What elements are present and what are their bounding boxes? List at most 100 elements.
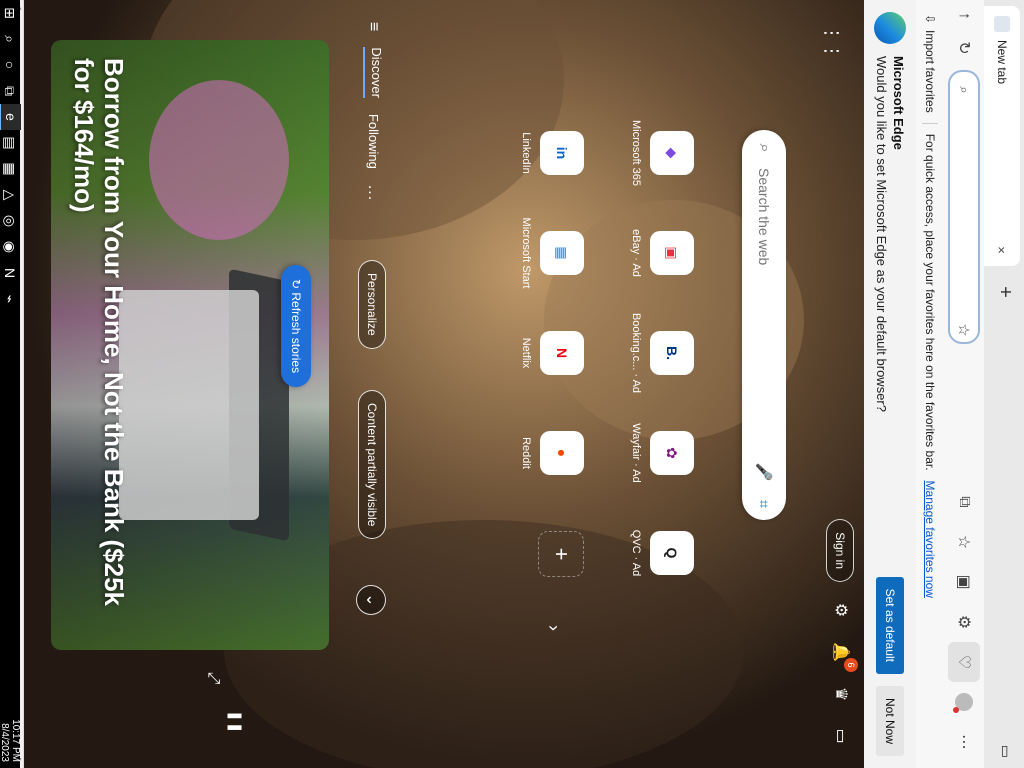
feed-tabs: ≡ Discover Following ...	[363, 22, 384, 201]
quick-link-reddit[interactable]: ● Reddit	[474, 410, 584, 496]
personalize-button[interactable]: Personalize	[358, 260, 386, 349]
quick-link-booking[interactable]: B. Booking.c... · Ad	[584, 310, 694, 396]
windows-start-icon[interactable]: ⊞	[0, 0, 20, 26]
quick-link-ebay[interactable]: ▣ eBay · Ad	[584, 210, 694, 296]
back-icon[interactable]: ↑	[948, 0, 980, 32]
manage-favorites-link[interactable]: Manage favorites now	[923, 481, 937, 598]
quick-link-label: Netflix	[520, 337, 532, 369]
search-input[interactable]	[755, 166, 773, 456]
tab-icon	[994, 16, 1010, 32]
tray-clock[interactable]: 10:17 PM 8/4/2023	[0, 719, 21, 762]
chevron-down-icon[interactable]: ⌄	[356, 585, 386, 615]
notifications-icon[interactable]: 🔔 6	[826, 638, 858, 672]
favorites-icon[interactable]: ☆	[948, 522, 980, 562]
collections-icon[interactable]: ▣	[948, 562, 980, 602]
infobar-question: Would you like to set Microsoft Edge as …	[874, 56, 889, 412]
quick-link-microsoft-start[interactable]: ▦ Microsoft Start	[474, 210, 584, 296]
quick-link-tile: ✿	[650, 431, 694, 475]
quick-link-tile: ▣	[650, 231, 694, 275]
cortana-icon[interactable]: ○	[0, 52, 20, 78]
add-shortcut-button[interactable]: +	[538, 531, 584, 577]
app3-icon[interactable]: ⌁	[0, 286, 20, 312]
refresh-icon[interactable]: ↻	[948, 32, 980, 64]
hero-story-card[interactable]: ↻ Refresh stories Borrow from Your Home,…	[51, 40, 329, 650]
quick-link-tile: B.	[650, 331, 694, 375]
app-icon[interactable]: △	[0, 182, 20, 208]
app2-icon[interactable]: N	[0, 260, 20, 286]
search-icon: ⌕	[957, 86, 972, 94]
apps-grid-icon[interactable]: ⋮⋮	[818, 24, 846, 60]
extensions-icon[interactable]: ⚙	[948, 602, 980, 642]
quick-link-wayfair[interactable]: ✿ Wayfair · Ad	[584, 410, 694, 496]
visual-search-icon[interactable]: ⌗	[756, 488, 773, 520]
quick-link-label: Booking.c... · Ad	[630, 312, 642, 394]
more-icon[interactable]: ⋯	[948, 722, 980, 762]
new-tab-page: ⋮⋮ Sign in ⚙ 🔔 6 ♛ ▭ ⌕ 🎤 ⌗ ◆ Microsoft 3…	[24, 0, 864, 768]
tray-time: 10:17 PM	[10, 719, 21, 762]
pause-icon[interactable]: ❚❚	[226, 710, 244, 733]
infobar-title: Microsoft Edge	[891, 56, 906, 150]
profile-icon[interactable]	[948, 682, 980, 722]
quick-link-tile: in	[540, 131, 584, 175]
search-icon[interactable]: ⌕	[0, 26, 20, 52]
quick-link-netflix[interactable]: N Netflix	[474, 310, 584, 396]
file-explorer-icon[interactable]: ▤	[0, 130, 20, 156]
quick-link-label: eBay · Ad	[630, 229, 642, 277]
close-tab-icon[interactable]: ×	[995, 240, 1010, 260]
new-tab-button[interactable]: +	[992, 280, 1016, 304]
notifications-count: 6	[844, 658, 858, 672]
quick-links: ◆ Microsoft 365 ▣ eBay · Ad B. Booking.c…	[434, 110, 694, 590]
favorites-hint: For quick access, place your favorites h…	[923, 133, 937, 471]
toolbar-right: ⧉ ☆ ▣ ⚙ ♡ ⋯	[948, 482, 980, 762]
quick-link-label: Microsoft Start	[520, 217, 532, 289]
quick-link-qvc[interactable]: Q QVC · Ad	[584, 510, 694, 596]
quick-link-label: QVC · Ad	[630, 529, 642, 577]
store-icon[interactable]: ▦	[0, 156, 20, 182]
quick-link-label: Wayfair · Ad	[630, 423, 642, 483]
set-as-default-button[interactable]: Set as default	[876, 576, 904, 674]
quick-link-tile: Q	[650, 531, 694, 575]
quick-link-tile: ◆	[650, 131, 694, 175]
browser-essentials-icon[interactable]: ♡	[948, 642, 980, 682]
import-favorites-link[interactable]: Import favorites	[923, 30, 937, 113]
tray-date: 8/4/2023	[0, 723, 10, 762]
feed-menu-icon[interactable]: ≡	[365, 22, 383, 31]
tab-discover[interactable]: Discover	[363, 47, 384, 98]
hero-title: Borrow from Your Home, Not the Bank ($25…	[69, 58, 129, 607]
tab-bar: New tab × + ▭	[983, 0, 1024, 768]
expand-icon[interactable]: ⤢	[202, 668, 222, 688]
rotated-screen: New tab × + ▭ ↑ ↻ ⌕ ☆ ⧉ ☆ ▣ ⚙ ♡ ⋯ ⇩ Impo…	[0, 0, 1024, 768]
chrome-icon[interactable]: ◎	[0, 208, 20, 234]
quick-links-next-icon[interactable]: ›	[544, 618, 564, 638]
task-view-icon[interactable]: ⧉	[0, 78, 20, 104]
address-bar[interactable]: ⌕ ☆	[948, 70, 980, 344]
favorites-bar: ⇩ Import favorites For quick access, pla…	[915, 0, 944, 768]
page-settings-icon[interactable]: ⚙	[826, 596, 854, 624]
quick-link-tile: ▦	[540, 231, 584, 275]
not-now-button[interactable]: Not Now	[876, 685, 904, 756]
refresh-stories-button[interactable]: ↻ Refresh stories	[281, 265, 311, 388]
favorite-star-icon[interactable]: ☆	[955, 318, 973, 342]
quick-link-tile: N	[540, 331, 584, 375]
tab-actions-icon[interactable]: ▭	[997, 745, 1014, 758]
mic-icon[interactable]: 🎤	[755, 456, 773, 488]
feed-more-icon[interactable]: ...	[365, 185, 383, 201]
edge-logo-icon	[874, 12, 906, 44]
quick-link-label: Microsoft 365	[630, 119, 642, 187]
tab-new-tab[interactable]: New tab ×	[984, 6, 1020, 266]
web-search-box[interactable]: ⌕ 🎤 ⌗	[742, 130, 786, 520]
firefox-icon[interactable]: ◉	[0, 234, 20, 260]
quick-link-tile: ●	[540, 431, 584, 475]
tab-following[interactable]: Following	[366, 114, 381, 169]
content-visibility-button[interactable]: Content partially visible	[358, 390, 386, 540]
quick-link-linkedin[interactable]: in LinkedIn	[474, 110, 584, 196]
refresh-icon: ↻	[289, 279, 303, 293]
edge-icon[interactable]: e	[0, 104, 21, 130]
quick-link-microsoft-365[interactable]: ◆ Microsoft 365	[584, 110, 694, 196]
hero-flowers	[149, 80, 289, 240]
split-screen-icon[interactable]: ⧉	[948, 482, 980, 522]
rewards-icon[interactable]: ♛	[826, 680, 854, 708]
layout-icon[interactable]: ▭	[826, 722, 854, 750]
address-input[interactable]	[956, 102, 972, 318]
sign-in-button[interactable]: Sign in	[826, 519, 854, 582]
